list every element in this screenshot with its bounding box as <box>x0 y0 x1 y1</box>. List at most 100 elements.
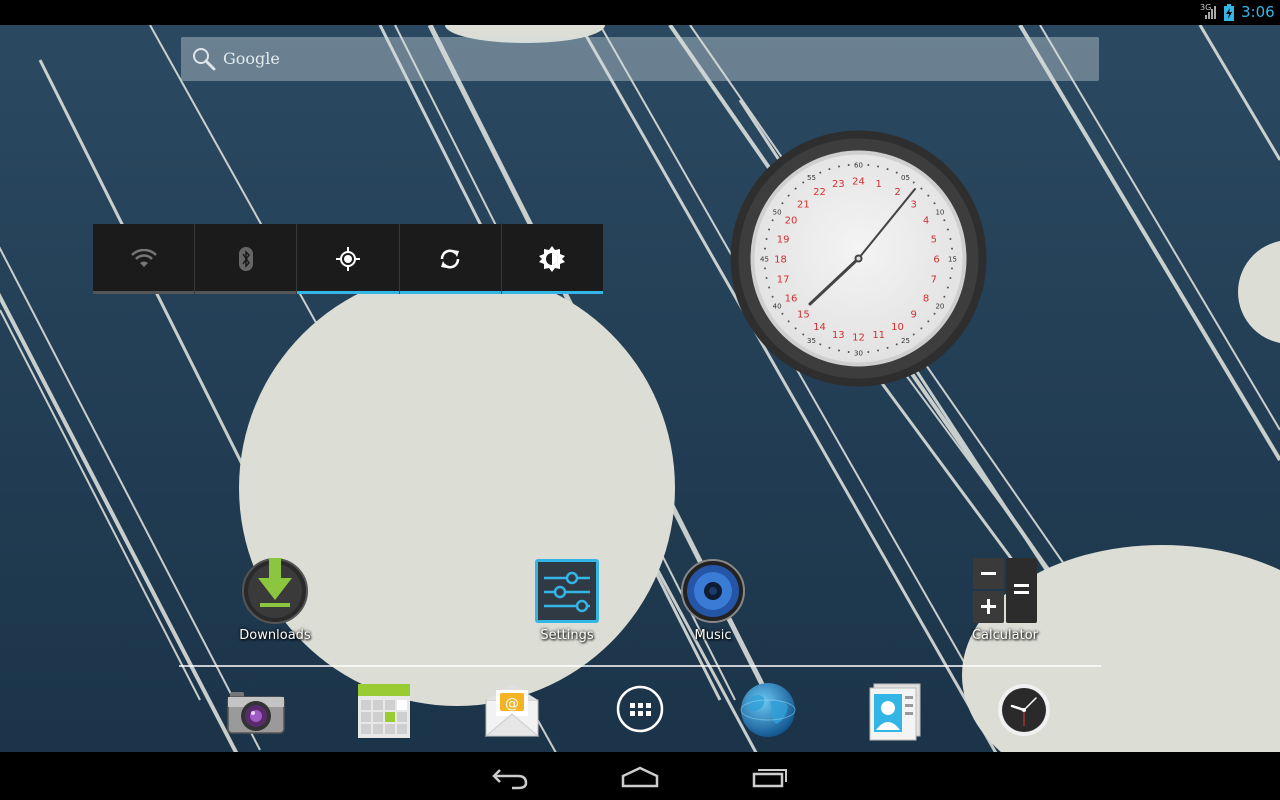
clock-app[interactable] <box>992 680 1056 744</box>
downloads-label: Downloads <box>239 628 311 643</box>
back-button[interactable] <box>486 762 536 790</box>
clock-tick <box>768 286 771 289</box>
navigation-bar <box>0 752 1280 800</box>
clock-tick <box>950 267 953 270</box>
clock-tick <box>765 277 768 280</box>
brightness-icon <box>539 246 566 272</box>
clock-tick <box>943 219 946 222</box>
recent-apps-icon <box>752 769 787 788</box>
clock-tick <box>837 165 840 168</box>
gps-toggle[interactable] <box>297 224 400 294</box>
clock-tick <box>819 171 822 174</box>
clock-tick <box>943 295 946 298</box>
clock-minute-label: 10 <box>935 209 944 217</box>
clock-tick <box>837 349 840 352</box>
clock-hour-label: 13 <box>832 330 845 341</box>
clock-tick <box>950 247 953 250</box>
clock-tick <box>933 312 936 315</box>
settings-icon <box>532 556 602 626</box>
analog-clock-widget[interactable]: 60 05 10 15 20 25 30 35 40 45 50 55 24 1 2 3 4 5 6 7 8 9 10 11… <box>729 129 988 388</box>
calendar-icon <box>358 684 410 738</box>
clock-hour-label: 1 <box>876 179 882 190</box>
clock-tick <box>946 228 949 231</box>
wifi-toggle[interactable] <box>93 224 196 294</box>
search-label: Google <box>223 49 280 68</box>
clock-tick <box>802 181 805 184</box>
search-bar[interactable]: Google <box>181 37 1099 81</box>
svg-text:@: @ <box>505 696 519 712</box>
clock-tick <box>847 350 850 353</box>
clock-hour-label: 8 <box>923 294 929 305</box>
clock-hour-label: 16 <box>785 294 798 305</box>
email-app[interactable]: @ <box>480 680 544 744</box>
people-app[interactable] <box>864 680 928 744</box>
clock-hour-label: 12 <box>852 333 865 344</box>
signal-icon <box>1205 6 1216 19</box>
clock-tick <box>927 194 930 197</box>
brightness-toggle[interactable] <box>501 224 604 294</box>
clock-tick <box>771 295 774 298</box>
clock-tick <box>764 267 767 270</box>
battery-charging-icon <box>1224 4 1234 21</box>
browser-app[interactable] <box>736 680 800 744</box>
clock-tick <box>787 320 790 323</box>
clock-hour-label: 24 <box>852 177 865 188</box>
clock-tick <box>949 277 952 280</box>
wifi-indicator <box>93 291 195 294</box>
music-shortcut[interactable]: Music <box>658 556 768 643</box>
clock-hour-label: 18 <box>774 255 787 266</box>
recent-apps-button[interactable] <box>744 762 794 790</box>
calculator-icon <box>970 556 1040 626</box>
camera-app[interactable] <box>224 680 288 744</box>
sync-indicator <box>399 291 501 294</box>
clock-tick <box>764 247 767 250</box>
brightness-indicator <box>501 291 604 294</box>
all-apps-button[interactable] <box>608 680 672 744</box>
clock-hour-label: 21 <box>797 199 810 210</box>
back-icon <box>492 769 528 790</box>
clock-tick <box>765 237 768 240</box>
clock-icon <box>998 684 1050 736</box>
downloads-shortcut[interactable]: Downloads <box>220 556 330 643</box>
home-screen: 3G 3:06 Google 60 05 10 15 20 25 30 35 4… <box>0 0 1280 800</box>
clock-hour-label: 19 <box>777 234 790 245</box>
clock-tick <box>787 194 790 197</box>
clock-tick <box>895 343 898 346</box>
clock-tick <box>771 219 774 222</box>
clock-hour-label: 10 <box>891 322 904 333</box>
clock-hour-label: 7 <box>931 275 937 286</box>
calculator-shortcut[interactable]: Calculator <box>950 556 1060 643</box>
clock-tick <box>802 333 805 336</box>
sync-icon <box>440 249 460 269</box>
clock-tick <box>794 187 797 190</box>
calendar-app[interactable] <box>352 680 416 744</box>
downloads-icon <box>240 556 310 626</box>
clock-tick <box>819 343 822 346</box>
all-apps-icon <box>616 685 664 733</box>
clock-tick <box>949 237 952 240</box>
clock-hour-label: 23 <box>832 179 845 190</box>
clock-hour-label: 20 <box>785 216 798 227</box>
clock-minute-label: 55 <box>807 174 816 182</box>
clock-hour-label: 6 <box>933 255 939 266</box>
bluetooth-toggle[interactable] <box>195 224 298 294</box>
bluetooth-icon <box>238 247 253 271</box>
clock-tick <box>877 165 880 168</box>
clock-hour-label: 11 <box>872 330 885 341</box>
music-label: Music <box>694 628 732 643</box>
clock-tick <box>768 228 771 231</box>
clock-tick <box>847 164 850 167</box>
home-button[interactable] <box>615 762 665 790</box>
gps-icon <box>336 247 360 271</box>
clock-hour-label: 3 <box>910 199 916 210</box>
clock-tick <box>828 346 831 349</box>
clock-hour-label: 4 <box>923 216 929 227</box>
clock-minute-label: 05 <box>901 174 910 182</box>
clock-tick <box>886 168 889 171</box>
clock-hour-label: 9 <box>910 310 916 321</box>
settings-shortcut[interactable]: Settings <box>512 556 622 643</box>
clock-hour-label: 2 <box>894 187 900 198</box>
clock-face: 600510152025303540455055 24 1234567891011… <box>730 130 987 387</box>
clock-minute-label: 15 <box>948 256 957 264</box>
sync-toggle[interactable] <box>399 224 502 294</box>
